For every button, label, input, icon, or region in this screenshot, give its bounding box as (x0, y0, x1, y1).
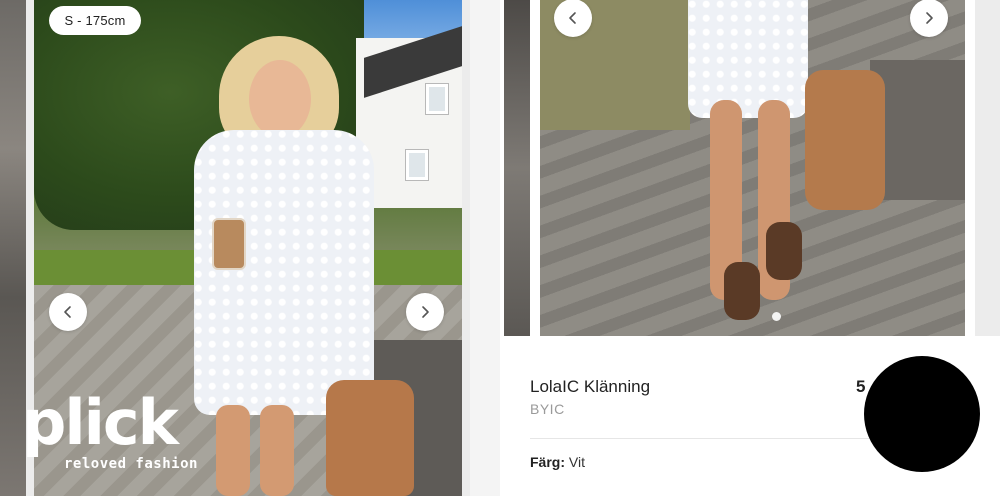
tan-tote-bag (326, 380, 414, 496)
previous-image-peek (504, 0, 530, 336)
listing-card-left: S - 175cm plick reloved fashion (0, 0, 500, 496)
prev-image-button[interactable] (49, 293, 87, 331)
photo-window (425, 83, 449, 115)
coffee-cup (212, 218, 246, 270)
white-lace-dress (688, 0, 808, 118)
color-value: Vit (568, 454, 585, 470)
logo-wordmark: plick (22, 386, 179, 459)
next-image-button[interactable] (910, 0, 948, 37)
tan-tote-bag (805, 70, 885, 210)
product-price: 5 (856, 377, 866, 396)
redaction-circle (864, 356, 980, 472)
color-label: Färg: (530, 454, 565, 470)
photo-window (405, 149, 429, 181)
plick-logo: plick reloved fashion (22, 386, 197, 482)
chevron-right-icon (926, 12, 933, 24)
chevron-left-icon (64, 306, 71, 318)
brown-sandal (766, 222, 802, 280)
next-image-button[interactable] (406, 293, 444, 331)
model-leg (216, 405, 250, 496)
listing-card-right: LolaIC Klänning BYIC 5 Färg: Vit (500, 0, 1000, 496)
panel-gap (470, 0, 500, 496)
chevron-left-icon (569, 12, 576, 24)
product-photo-secondary[interactable] (540, 0, 965, 336)
chevron-right-icon (422, 306, 429, 318)
product-color-row: Färg: Vit (530, 454, 585, 470)
product-brand[interactable]: BYIC (530, 401, 565, 417)
white-lace-dress (194, 130, 374, 415)
model-face (249, 60, 311, 138)
model-leg (260, 405, 294, 496)
logo-tagline: reloved fashion (64, 456, 198, 472)
product-title: LolaIC Klänning (530, 377, 651, 396)
carousel-indicator-dot[interactable] (772, 312, 781, 321)
brown-sandal (724, 262, 760, 320)
next-image-peek (975, 0, 1000, 336)
size-badge: S - 175cm (49, 6, 141, 35)
prev-image-button[interactable] (554, 0, 592, 37)
